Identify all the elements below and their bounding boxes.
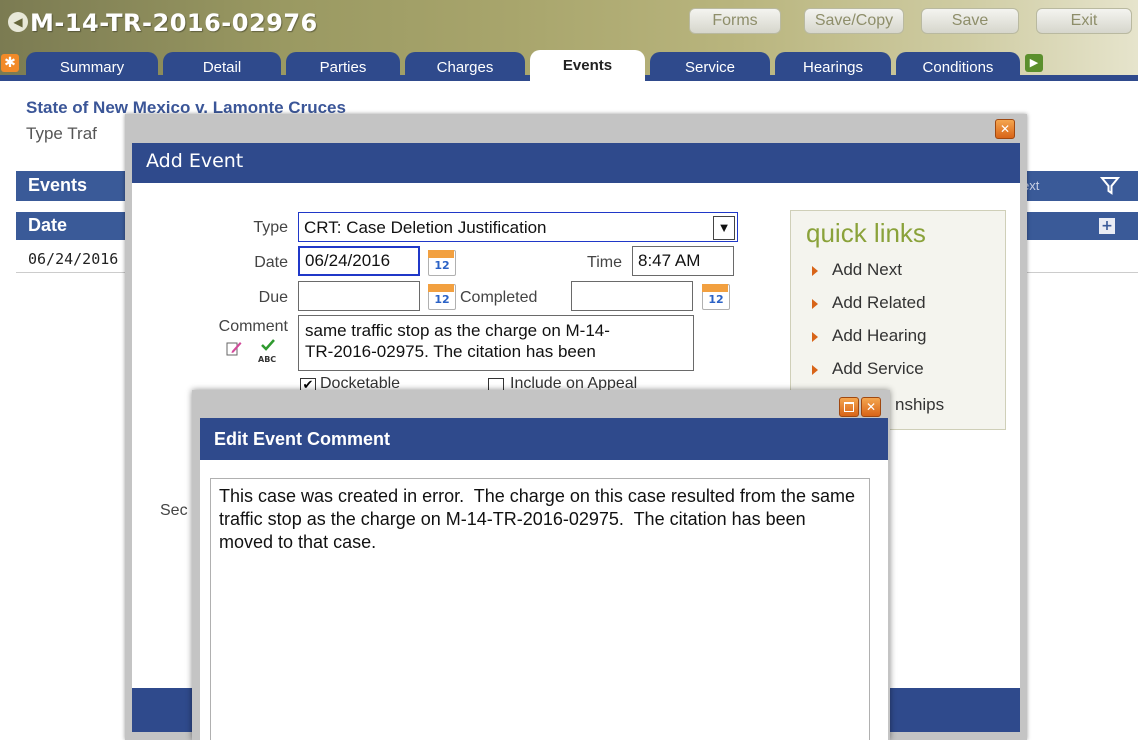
tab-hearings[interactable]: Hearings	[775, 52, 891, 80]
save-copy-button[interactable]: Save/Copy	[804, 8, 904, 34]
comment-textarea[interactable]: same traffic stop as the charge on M-14-…	[298, 315, 694, 371]
edit-pencil-icon[interactable]	[226, 340, 242, 356]
add-event-title: Add Event	[146, 150, 244, 172]
completed-label: Completed	[460, 289, 538, 306]
date-column-header[interactable]: Date	[28, 215, 67, 236]
date-label: Date	[254, 254, 288, 271]
quick-link-add-next[interactable]: Add Next	[832, 260, 902, 280]
events-section-title: Events	[28, 175, 88, 195]
type-label: Type	[253, 219, 288, 236]
bullet-arrow-icon	[812, 332, 818, 342]
quick-link-add-related[interactable]: Add Related	[832, 293, 926, 313]
quick-links-title: quick links	[806, 218, 926, 248]
calendar-icon[interactable]: 12	[702, 284, 730, 310]
sec-label: Sec	[160, 502, 188, 519]
tab-service[interactable]: Service	[650, 52, 770, 80]
type-select[interactable]: CRT: Case Deletion Justification ▼	[298, 212, 738, 242]
dropdown-arrow-icon[interactable]: ▼	[713, 216, 735, 240]
edit-comment-title: Edit Event Comment	[214, 429, 391, 449]
maximize-icon[interactable]	[839, 397, 859, 417]
case-type-value: Traf	[67, 124, 97, 143]
quick-link-add-service[interactable]: Add Service	[832, 359, 924, 379]
close-icon[interactable]: ✕	[861, 397, 881, 417]
table-row[interactable]: 06/24/2016	[28, 250, 118, 268]
tab-conditions[interactable]: Conditions	[896, 52, 1020, 80]
back-arrow-icon[interactable]: ◀	[8, 12, 28, 32]
bullet-arrow-icon	[812, 299, 818, 309]
forms-button[interactable]: Forms	[689, 8, 781, 34]
tab-parties[interactable]: Parties	[286, 52, 400, 80]
spellcheck-icon[interactable]: ABC	[258, 336, 278, 364]
comment-editor[interactable]: This case was created in error. The char…	[210, 478, 870, 740]
due-input[interactable]	[298, 281, 420, 311]
due-label: Due	[258, 289, 288, 306]
save-button[interactable]: Save	[921, 8, 1019, 34]
quick-link-add-hearing[interactable]: Add Hearing	[832, 326, 927, 346]
spellcheck-text: ABC	[258, 355, 277, 364]
tab-summary[interactable]: Summary	[26, 52, 158, 80]
star-icon[interactable]: ✱	[1, 54, 19, 72]
case-type: Type Traf	[26, 124, 97, 144]
time-input[interactable]	[632, 246, 734, 276]
type-select-value: CRT: Case Deletion Justification	[304, 218, 547, 237]
next-tab-icon[interactable]: ▶	[1025, 54, 1043, 72]
bullet-arrow-icon	[812, 266, 818, 276]
comment-label: Comment	[218, 318, 288, 335]
case-number-title: M-14-TR-2016-02976	[30, 9, 318, 37]
calendar-icon[interactable]: 12	[428, 284, 456, 310]
close-icon[interactable]: ✕	[995, 119, 1015, 139]
filter-icon[interactable]	[1099, 176, 1121, 196]
case-type-label: Type	[26, 124, 63, 143]
quick-link-relationships[interactable]: nships	[895, 395, 944, 415]
tab-charges[interactable]: Charges	[405, 52, 525, 80]
exit-button[interactable]: Exit	[1036, 8, 1132, 34]
date-input[interactable]	[298, 246, 420, 276]
completed-input[interactable]	[571, 281, 693, 311]
add-event-header	[132, 143, 1020, 183]
calendar-icon[interactable]: 12	[428, 250, 456, 276]
time-label: Time	[587, 254, 622, 271]
tab-events[interactable]: Events	[530, 50, 645, 82]
tab-detail[interactable]: Detail	[163, 52, 281, 80]
bullet-arrow-icon	[812, 365, 818, 375]
plus-icon[interactable]: +	[1099, 218, 1115, 234]
